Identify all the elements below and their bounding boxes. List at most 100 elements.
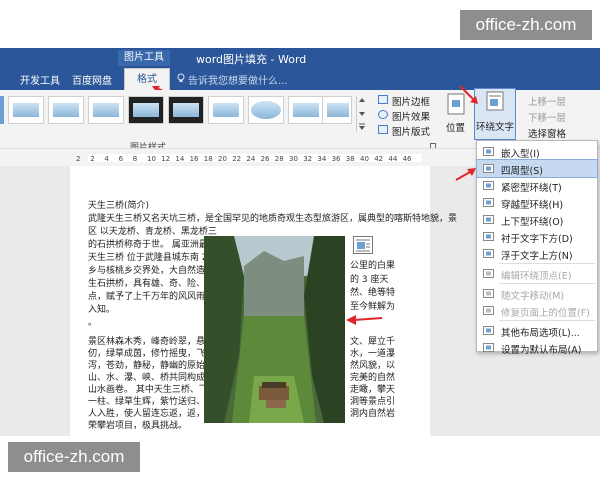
wrap-menu-item-inline[interactable]: 嵌入型(I) (477, 143, 597, 160)
wrap-topbottom-icon (483, 215, 494, 224)
wrap-behind-icon (483, 232, 494, 241)
wrap-inline-icon (483, 147, 494, 156)
document-title: word图片填充 - Word (196, 53, 307, 66)
picture-style-4[interactable] (128, 96, 164, 124)
wrap-menu-label: 衬于文字下方(D) (501, 234, 573, 245)
ruler-number: 28 (274, 155, 284, 163)
document-text-line: 洞等景点引 (350, 397, 396, 407)
wrap-menu-label: 穿越型环绕(H) (501, 200, 564, 211)
red-arrow-square-wrap (455, 168, 476, 181)
ruler-number: 16 (189, 155, 199, 163)
wrap-edit-icon (483, 269, 494, 278)
wrap-menu-label: 浮于文字上方(N) (501, 251, 573, 262)
lightbulb-icon (177, 73, 185, 82)
wrap-more-icon (483, 326, 494, 335)
picture-style-7[interactable] (248, 96, 284, 124)
document-text-line: 山、水、瀑、峡、桥共同构成一幅 (88, 373, 224, 383)
document-text-line: 乡与核桃乡交界处，大自然造就 (88, 266, 215, 276)
layout-options-icon (356, 239, 370, 252)
document-text-line: 山水画卷。 其中天生三桥、飞崖 (88, 385, 217, 395)
picture-style-3[interactable] (88, 96, 124, 124)
ruler-number: 10 (147, 155, 156, 163)
wrap-menu-item-square[interactable]: 四周型(S) (476, 159, 598, 178)
ruler-number: 18 (203, 155, 213, 163)
wrap-default-icon (483, 343, 494, 352)
landscape-photo[interactable] (204, 236, 345, 423)
watermark-bottom: office-zh.com (8, 442, 140, 472)
wrap-menu-item-edit: 编辑环绕顶点(E) (477, 265, 597, 282)
selection-pane-button[interactable]: 选择窗格 (528, 126, 566, 140)
wrap-menu-label: 设置为默认布局(A) (501, 345, 582, 356)
document-text-line: 武隆天生三桥又名天坑三桥，是全国罕见的地质奇观生态型旅游区，属典型的喀斯特地貌，… (88, 214, 458, 224)
menu-separator (499, 320, 595, 321)
tab-developer[interactable]: 开发工具 (20, 72, 60, 87)
ruler-number: 2 (90, 155, 95, 163)
wrap-menu-item-default[interactable]: 设置为默认布局(A) (477, 339, 597, 356)
wrap-text-label: 环绕文字 (475, 122, 514, 133)
picture-layout-button[interactable]: 图片版式 (392, 124, 430, 138)
picture-style-8[interactable] (288, 96, 324, 124)
ruler-number: 44 (388, 155, 398, 163)
bring-forward-button[interactable]: 上移一层 (528, 94, 566, 108)
picture-effects-icon (378, 110, 388, 119)
picture-style-6[interactable] (208, 96, 244, 124)
ruler-number: 26 (260, 155, 270, 163)
picture-style-1[interactable] (8, 96, 44, 124)
wrap-square-icon (483, 164, 494, 173)
document-text-line: 的石拱桥称奇于世。 属亚洲最大 (88, 240, 217, 250)
menu-separator (499, 283, 595, 284)
document-text-line: 一柱、绿草生辉，紫竹送归、仙女 (88, 397, 224, 407)
tell-me-search[interactable]: 告诉我您想要做什么... (188, 72, 288, 87)
picture-border-button[interactable]: 图片边框 (392, 94, 430, 108)
wrap-move-icon (483, 289, 494, 298)
wrap-text-dropdown: 嵌入型(I) 四周型(S) 紧密型环绕(T) 穿越型环绕(H) 上下型环绕(O) 衬于文字… (476, 140, 598, 356)
menu-separator (499, 263, 595, 264)
wrap-menu-item-through[interactable]: 穿越型环绕(H) (477, 194, 597, 211)
document-text-line: 。 (88, 318, 98, 328)
wrap-menu-item-topbottom[interactable]: 上下型环绕(O) (477, 211, 597, 228)
document-text-line: 点，赋予了上千万年的风风雨雨， (88, 292, 224, 302)
ruler-number: 32 (303, 155, 313, 163)
watermark-top: office-zh.com (460, 10, 592, 40)
gallery-more-icon (359, 98, 365, 130)
wrap-menu-item-behind[interactable]: 衬于文字下方(D) (477, 228, 597, 245)
document-text-line: 然风貌，以 (350, 361, 396, 371)
wrap-menu-item-more[interactable]: 其他布局选项(L)... (477, 322, 597, 339)
ruler-number: 46 (402, 155, 412, 163)
document-text-line: 天生三桥 位于武隆县城东南 20 (88, 253, 214, 263)
document-text-line: 仞，绿草成茵，修竹摇曳，飞泉流 (88, 349, 224, 359)
picture-effects-button[interactable]: 图片效果 (392, 109, 430, 123)
wrap-through-icon (483, 198, 494, 207)
ruler-number: 4 (104, 155, 109, 163)
document-text-line: 洞内自然岩 (350, 409, 396, 419)
document-text-line: 泻，苍劲，静秘，静幽的原始自 (88, 361, 215, 371)
document-text-line: 走瞰，攀天 (350, 385, 396, 395)
ruler-number: 38 (345, 155, 355, 163)
wrap-menu-item-tight[interactable]: 紧密型环绕(T) (477, 177, 597, 194)
document-text-line: 生石拱桥，具有雄、奇、险、秀、 (88, 279, 224, 289)
gallery-scrollbar[interactable] (356, 96, 367, 132)
document-text-line: 公里的白果 (350, 261, 396, 271)
document-text-line: 区 以天龙桥、青龙桥、黑龙桥三 (88, 227, 217, 237)
wrap-text-button[interactable]: 环绕文字 (474, 88, 516, 140)
ruler-number: 40 (360, 155, 369, 163)
wrap-menu-item-fix: 修复页面上的位置(F) (477, 302, 597, 319)
ruler-number: 2 (76, 155, 81, 163)
send-backward-button[interactable]: 下移一层 (528, 110, 566, 124)
tab-baidu-netdisk[interactable]: 百度网盘 (72, 72, 112, 87)
document-text-line: 然、绝等特 (350, 288, 396, 298)
ruler-number: 42 (374, 155, 384, 163)
picture-style-2[interactable] (48, 96, 84, 124)
wrap-menu-label: 编辑环绕顶点(E) (501, 271, 572, 282)
document-text-line: 荣攀岩项目，极具挑战。 (88, 421, 188, 431)
ruler-number: 24 (246, 155, 256, 163)
wrap-menu-item-front[interactable]: 浮于文字上方(N) (477, 245, 597, 262)
picture-style-9[interactable] (322, 96, 352, 124)
picture-style-5[interactable] (168, 96, 204, 124)
wrap-menu-label: 紧密型环绕(T) (501, 183, 562, 194)
document-text-line: 文、犀立千 (350, 337, 396, 347)
layout-options-button[interactable] (353, 236, 373, 254)
ruler-number: 8 (132, 155, 138, 163)
ruler-number: 14 (175, 155, 185, 163)
ruler-number: 30 (289, 155, 298, 163)
